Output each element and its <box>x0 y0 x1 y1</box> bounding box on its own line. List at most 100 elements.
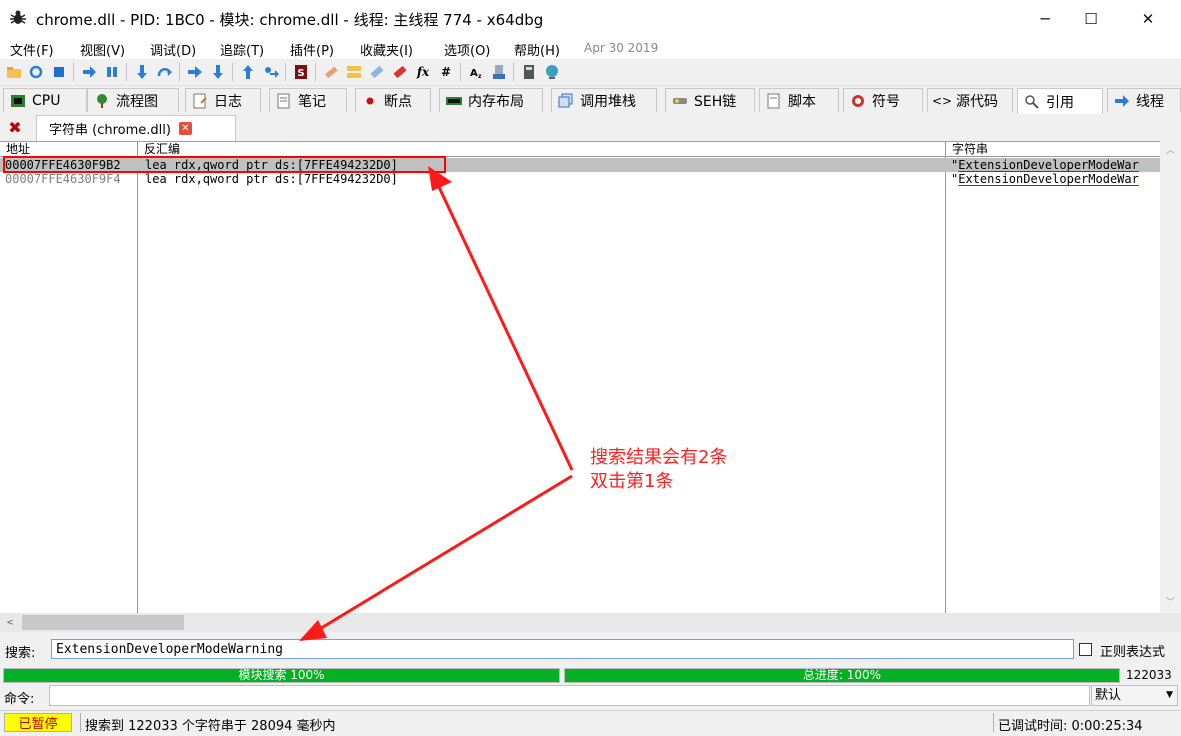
annotation-line: 搜索结果会有2条 <box>590 447 728 468</box>
svg-text:A: A <box>470 68 478 79</box>
tab-source[interactable]: <> 源代码 <box>927 88 1013 112</box>
tab-graph[interactable]: 流程图 <box>87 88 179 112</box>
hash-icon[interactable]: # <box>438 64 454 80</box>
search-bar: 搜索: 正则表达式 <box>0 636 1181 664</box>
module-search-progress: 模块搜索 100% <box>3 668 560 683</box>
address-cell: 00007FFE4630F9F4 <box>5 172 121 186</box>
patch-icon[interactable] <box>323 64 339 80</box>
scroll-up-icon[interactable]: ︿ <box>1160 141 1181 158</box>
tab-label: CPU <box>32 92 61 109</box>
menu-help[interactable]: 帮助(H) <box>514 40 560 59</box>
trace-over-icon[interactable] <box>210 64 226 80</box>
references-tab-bar: ✖ 字符串 (chrome.dll) ✕ <box>0 114 1181 141</box>
string-cell: "ExtensionDeveloperModeWar <box>951 158 1160 172</box>
trace-into-icon[interactable] <box>187 64 203 80</box>
tab-threads[interactable]: 线程 <box>1107 88 1181 112</box>
command-mode-select[interactable]: 默认 ▼ <box>1091 685 1178 706</box>
close-icon[interactable]: ✕ <box>178 122 192 135</box>
menu-view[interactable]: 视图(V) <box>80 40 125 59</box>
menu-options[interactable]: 选项(O) <box>444 40 490 59</box>
horizontal-scrollbar[interactable]: < <box>0 613 1181 632</box>
function-icon[interactable]: fx <box>415 64 431 80</box>
annotation-note: 搜索结果会有2条 双击第1条 <box>590 446 727 494</box>
maximize-button[interactable]: ☐ <box>1068 0 1114 37</box>
column-header-address[interactable]: 地址 <box>0 142 137 157</box>
tab-label: 源代码 <box>956 93 998 110</box>
pause-icon[interactable] <box>104 64 120 80</box>
memory-map-icon <box>446 93 462 109</box>
tab-seh-chain[interactable]: SEH链 <box>665 88 755 112</box>
menu-trace[interactable]: 追踪(T) <box>220 40 264 59</box>
open-icon[interactable] <box>6 64 22 80</box>
restart-icon[interactable] <box>28 64 44 80</box>
tab-notes[interactable]: 笔记 <box>269 88 347 112</box>
tab-label: 线程 <box>1136 93 1164 110</box>
regex-label: 正则表达式 <box>1100 645 1166 660</box>
column-header-disassembly[interactable]: 反汇编 <box>138 142 946 157</box>
column-header-string[interactable]: 字符串 <box>946 142 1160 157</box>
tab-symbols[interactable]: 符号 <box>843 88 923 112</box>
search-input[interactable] <box>51 639 1074 659</box>
step-into-icon[interactable] <box>134 64 150 80</box>
source-icon: <> <box>931 93 953 108</box>
references-table: 地址 反汇编 字符串 00007FFE4630F9B2 lea rdx,qwor… <box>0 141 1181 614</box>
menu-bar: 文件(F) 视图(V) 调试(D) 追踪(T) 插件(P) 收藏夹(I) 选项(… <box>0 37 1181 59</box>
tab-label: 断点 <box>384 93 412 110</box>
window-title: chrome.dll - PID: 1BC0 - 模块: chrome.dll … <box>36 11 544 29</box>
minimize-button[interactable]: ─ <box>1022 0 1068 37</box>
tab-memory-map[interactable]: 内存布局 <box>439 88 543 112</box>
run-icon[interactable] <box>81 64 97 80</box>
tab-references[interactable]: 引用 <box>1017 88 1103 115</box>
run-to-user-code-icon[interactable] <box>263 64 279 80</box>
close-window-button[interactable]: ✕ <box>1125 0 1171 37</box>
toolbar: S fx # Az <box>0 59 1181 86</box>
tab-breakpoints[interactable]: 断点 <box>355 88 431 112</box>
menu-debug[interactable]: 调试(D) <box>150 40 196 59</box>
menu-plugins[interactable]: 插件(P) <box>290 40 334 59</box>
scrollbar-thumb[interactable] <box>22 615 184 630</box>
call-stack-icon <box>558 93 574 109</box>
command-input[interactable] <box>49 685 1090 706</box>
close-tab-icon[interactable]: ✖ <box>4 117 26 137</box>
table-row[interactable]: 00007FFE4630F9F4 lea rdx,qword ptr ds:[7… <box>0 172 1160 186</box>
search-label: 搜索: <box>5 646 36 661</box>
tab-label: 符号 <box>872 93 900 110</box>
status-bar: 已暂停 搜索到 122033 个字符串于 28094 毫秒内 已调试时间: 0:… <box>0 710 1181 736</box>
total-progress: 总进度: 100% <box>564 668 1120 683</box>
tab-log[interactable]: 日志 <box>185 88 261 112</box>
calculator-icon[interactable] <box>521 64 537 80</box>
step-over-icon[interactable] <box>157 64 173 80</box>
string-value: ExtensionDeveloperModeWar <box>958 172 1139 186</box>
label-icon[interactable] <box>369 64 385 80</box>
breakpoint-icon <box>362 93 378 109</box>
annotation-line: 双击第1条 <box>590 471 674 492</box>
title-bar: chrome.dll - PID: 1BC0 - 模块: chrome.dll … <box>0 0 1181 37</box>
tab-cpu[interactable]: CPU <box>3 88 87 112</box>
menu-file[interactable]: 文件(F) <box>10 40 54 59</box>
svg-text:S: S <box>297 68 304 79</box>
tab-label: 笔记 <box>298 93 326 110</box>
globe-icon[interactable] <box>544 64 560 80</box>
tab-label: SEH链 <box>694 93 737 110</box>
font-icon[interactable]: Az <box>468 64 484 80</box>
x64dbg-bug-icon <box>10 10 26 24</box>
scylla-icon[interactable]: S <box>293 64 309 80</box>
tab-label: 日志 <box>214 93 242 110</box>
debugger-state-badge: 已暂停 <box>4 713 72 732</box>
scroll-left-icon[interactable]: < <box>0 613 20 632</box>
settings-icon[interactable] <box>491 64 507 80</box>
bookmark-icon[interactable] <box>392 64 408 80</box>
build-date: Apr 30 2019 <box>584 41 659 55</box>
tab-strings-chrome-dll[interactable]: 字符串 (chrome.dll) ✕ <box>36 115 236 141</box>
tab-script[interactable]: 脚本 <box>759 88 839 112</box>
tab-call-stack[interactable]: 调用堆栈 <box>551 88 657 112</box>
regex-checkbox[interactable] <box>1079 643 1092 656</box>
comment-icon[interactable] <box>346 64 362 80</box>
stop-icon[interactable] <box>51 64 67 80</box>
vertical-scrollbar[interactable]: ︿ ﹀ <box>1160 141 1181 613</box>
scroll-down-icon[interactable]: ﹀ <box>1160 593 1181 610</box>
cpu-icon <box>10 93 26 109</box>
annotation-highlight-box <box>3 156 446 173</box>
menu-favourites[interactable]: 收藏夹(I) <box>360 40 413 59</box>
execute-till-return-icon[interactable] <box>240 64 256 80</box>
